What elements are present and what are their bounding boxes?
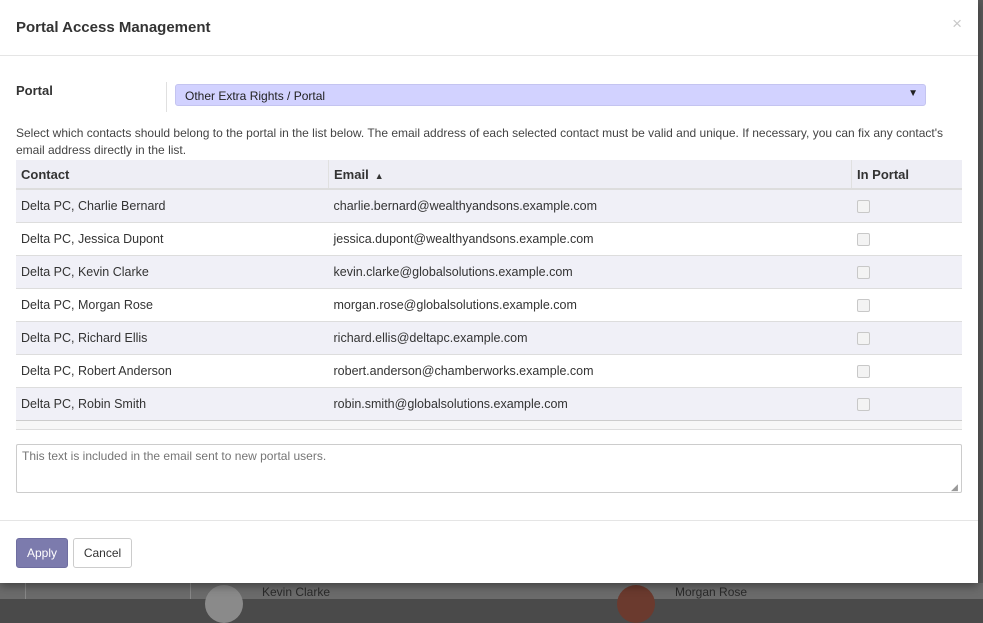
contact-cell[interactable]: Delta PC, Morgan Rose bbox=[16, 288, 329, 322]
email-cell[interactable]: robert.anderson@chamberworks.example.com bbox=[328, 354, 852, 388]
table-row[interactable]: Delta PC, Richard Ellis richard.ellis@de… bbox=[16, 321, 962, 355]
in-portal-checkbox[interactable] bbox=[856, 266, 870, 280]
table-header-row: Contact Email ▲ In Portal bbox=[16, 160, 962, 190]
background-contact-name: Kevin Clarke bbox=[262, 585, 331, 599]
in-portal-checkbox[interactable] bbox=[856, 332, 870, 346]
in-portal-checkbox[interactable] bbox=[856, 299, 870, 313]
contact-cell[interactable]: Delta PC, Robin Smith bbox=[16, 387, 329, 420]
in-portal-cell bbox=[851, 387, 962, 420]
background-card-edge bbox=[25, 583, 26, 599]
sort-ascending-icon: ▲ bbox=[374, 170, 384, 181]
column-header-contact[interactable]: Contact bbox=[16, 160, 329, 190]
in-portal-cell bbox=[851, 188, 962, 223]
email-cell[interactable]: richard.ellis@deltapc.example.com bbox=[328, 321, 852, 355]
contacts-table: Contact Email ▲ In Portal Delta PC, Charl… bbox=[16, 160, 962, 420]
background-contact-name: Morgan Rose bbox=[675, 585, 748, 599]
email-cell[interactable]: robin.smith@globalsolutions.example.com bbox=[328, 387, 852, 420]
email-cell[interactable]: jessica.dupont@wealthyandsons.example.co… bbox=[328, 222, 852, 256]
column-header-email[interactable]: Email ▲ bbox=[328, 160, 852, 190]
in-portal-cell bbox=[851, 354, 962, 388]
table-footer bbox=[16, 420, 962, 430]
in-portal-checkbox[interactable] bbox=[856, 365, 870, 379]
in-portal-checkbox[interactable] bbox=[856, 233, 870, 247]
contact-cell[interactable]: Delta PC, Richard Ellis bbox=[16, 321, 329, 355]
help-text: Select which contacts should belong to t… bbox=[16, 126, 944, 157]
table-row[interactable]: Delta PC, Robin Smith robin.smith@global… bbox=[16, 387, 962, 420]
portal-access-modal: Portal Access Management × Portal Other … bbox=[0, 0, 978, 583]
background-card-edge bbox=[190, 583, 191, 599]
modal-footer: Apply Cancel bbox=[0, 520, 978, 584]
contact-cell[interactable]: Delta PC, Robert Anderson bbox=[16, 354, 329, 388]
in-portal-checkbox[interactable] bbox=[856, 398, 870, 412]
table-row[interactable]: Delta PC, Morgan Rose morgan.rose@global… bbox=[16, 288, 962, 322]
caret-down-icon: ▼ bbox=[908, 88, 918, 99]
table-row[interactable]: Delta PC, Charlie Bernard charlie.bernar… bbox=[16, 188, 962, 223]
modal-header: Portal Access Management × bbox=[0, 0, 978, 56]
background-avatar bbox=[617, 585, 655, 623]
in-portal-cell bbox=[851, 222, 962, 256]
background-strip bbox=[0, 583, 983, 599]
close-icon[interactable]: × bbox=[952, 15, 962, 32]
in-portal-cell bbox=[851, 288, 962, 322]
email-cell[interactable]: charlie.bernard@wealthyandsons.example.c… bbox=[328, 188, 852, 223]
resize-grip-icon[interactable]: ◢ bbox=[951, 482, 958, 493]
contact-cell[interactable]: Delta PC, Charlie Bernard bbox=[16, 188, 329, 223]
contact-cell[interactable]: Delta PC, Jessica Dupont bbox=[16, 222, 329, 256]
table-row[interactable]: Delta PC, Jessica Dupont jessica.dupont@… bbox=[16, 222, 962, 256]
portal-label: Portal bbox=[16, 83, 53, 98]
in-portal-cell bbox=[851, 255, 962, 289]
in-portal-checkbox[interactable] bbox=[856, 200, 870, 214]
contact-cell[interactable]: Delta PC, Kevin Clarke bbox=[16, 255, 329, 289]
field-separator bbox=[166, 82, 167, 112]
email-cell[interactable]: kevin.clarke@globalsolutions.example.com bbox=[328, 255, 852, 289]
cancel-button[interactable]: Cancel bbox=[73, 538, 132, 568]
in-portal-cell bbox=[851, 321, 962, 355]
column-header-in-portal[interactable]: In Portal bbox=[851, 160, 962, 190]
email-cell[interactable]: morgan.rose@globalsolutions.example.com bbox=[328, 288, 852, 322]
welcome-message-textarea[interactable] bbox=[16, 444, 962, 493]
portal-select[interactable]: Other Extra Rights / Portal ▼ bbox=[175, 84, 926, 106]
portal-select-value: Other Extra Rights / Portal bbox=[185, 89, 326, 103]
background-avatar bbox=[205, 585, 243, 623]
modal-title: Portal Access Management bbox=[16, 19, 211, 36]
table-row[interactable]: Delta PC, Robert Anderson robert.anderso… bbox=[16, 354, 962, 388]
table-row[interactable]: Delta PC, Kevin Clarke kevin.clarke@glob… bbox=[16, 255, 962, 289]
apply-button[interactable]: Apply bbox=[16, 538, 68, 568]
